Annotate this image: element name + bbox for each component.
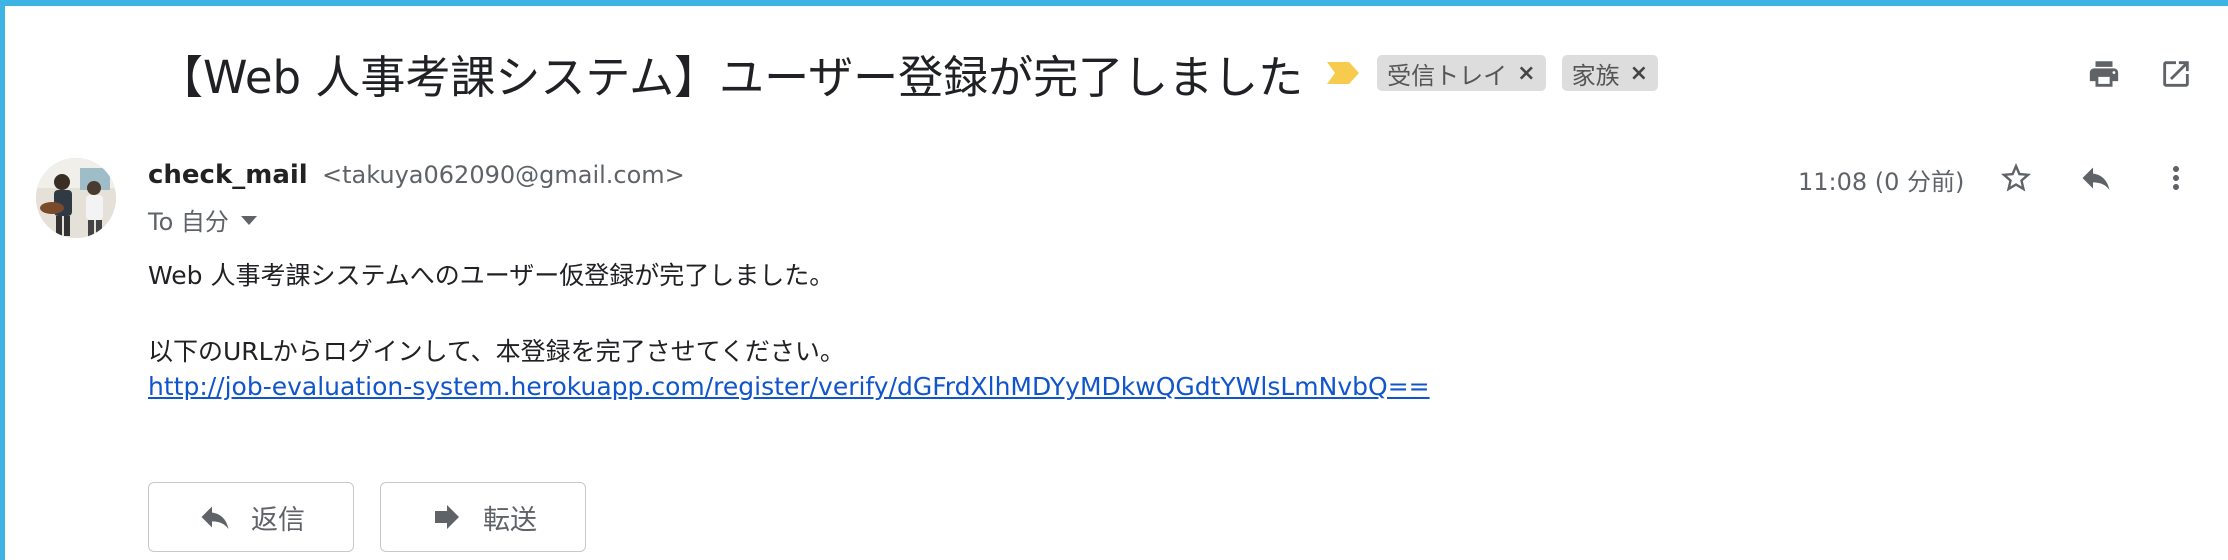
label-chip-text: 受信トレイ <box>1387 61 1508 90</box>
reply-icon <box>201 506 229 529</box>
window-left-border <box>0 0 5 560</box>
sender-email: <takuya062090@gmail.com> <box>322 161 685 189</box>
email-timestamp: 11:08 (0 分前) <box>1798 168 1965 196</box>
label-chip-text: 家族 <box>1571 61 1620 90</box>
chevron-down-icon[interactable] <box>240 216 257 225</box>
forward-button[interactable]: 転送 <box>380 482 586 552</box>
forward-button-label: 転送 <box>483 504 537 536</box>
sender-avatar[interactable] <box>36 158 116 238</box>
recipient-details-toggle[interactable]: To 自分 <box>148 202 257 237</box>
star-icon[interactable] <box>1996 158 2036 198</box>
print-icon[interactable] <box>2084 54 2124 94</box>
remove-label-button[interactable]: × <box>1517 61 1535 86</box>
label-chip-family: 家族 × <box>1561 55 1659 91</box>
window-top-border <box>0 0 2228 6</box>
reply-button[interactable]: 返信 <box>148 482 354 552</box>
sender-name[interactable]: check_mail <box>148 160 308 190</box>
email-body-line: 以下のURLからログインして、本登録を完了させてください。 <box>148 337 845 366</box>
more-vertical-icon[interactable] <box>2156 158 2196 198</box>
reply-button-label: 返信 <box>251 504 305 536</box>
email-body-line: Web 人事考課システムへのユーザー仮登録が完了しました。 <box>148 261 835 290</box>
subject-row: 【Web 人事考課システム】ユーザー登録が完了しました 受信トレイ × 家族 × <box>158 40 1659 106</box>
email-subject: 【Web 人事考課システム】ユーザー登録が完了しました <box>158 50 1304 104</box>
label-chip-inbox: 受信トレイ × <box>1377 55 1546 91</box>
sender-line: check_mail <takuya062090@gmail.com> <box>148 160 685 190</box>
forward-icon <box>435 505 459 529</box>
importance-marker-icon[interactable] <box>1325 60 1361 86</box>
verification-link[interactable]: http://job-evaluation-system.herokuapp.c… <box>148 372 1430 401</box>
recipient-text: To 自分 <box>148 208 229 236</box>
open-in-new-window-icon[interactable] <box>2156 54 2196 94</box>
reply-icon[interactable] <box>2076 158 2116 198</box>
remove-label-button[interactable]: × <box>1630 61 1648 86</box>
